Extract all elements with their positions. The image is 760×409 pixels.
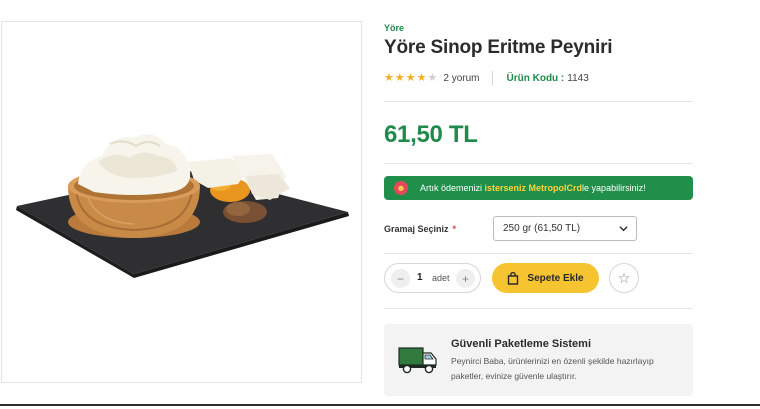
payment-promo-banner[interactable]: ☻ Artık ödemenizi isterseniz MetropolCrd… xyxy=(384,176,693,200)
quantity-increase-button[interactable]: + xyxy=(456,269,475,288)
quantity-decrease-button[interactable]: − xyxy=(391,269,410,288)
promo-prefix: Artık ödemenizi xyxy=(420,183,485,193)
add-to-cart-label: Sepete Ekle xyxy=(527,272,584,284)
truck-icon xyxy=(398,344,438,379)
product-code-value: 1143 xyxy=(567,72,589,84)
promo-highlight: isterseniz MetropolCrd xyxy=(484,183,583,193)
shopping-bag-icon xyxy=(507,271,519,285)
star-empty-icon: ★ xyxy=(427,71,438,84)
add-to-cart-button[interactable]: Sepete Ekle xyxy=(492,263,599,293)
rating-stars[interactable]: ★ ★ ★ ★ ★ xyxy=(384,71,438,84)
gramaj-selected-value: 250 gr (61,50 TL) xyxy=(503,223,581,234)
gramaj-label-text: Gramaj Seçiniz xyxy=(384,224,449,234)
product-image[interactable] xyxy=(1,21,362,383)
cheese-product-photo xyxy=(16,134,349,278)
gramaj-label: Gramaj Seçiniz * xyxy=(384,224,456,234)
product-price: 61,50 TL xyxy=(384,121,478,148)
meta-divider xyxy=(491,71,493,85)
quantity-input[interactable]: 1 xyxy=(417,272,423,283)
divider xyxy=(384,308,693,309)
packaging-title: Güvenli Paketleme Sistemi xyxy=(451,338,592,350)
packaging-info-box: Güvenli Paketleme Sistemi Peynirci Baba,… xyxy=(384,324,693,396)
divider xyxy=(384,163,693,164)
quantity-stepper: − 1 adet + xyxy=(384,263,481,293)
divider xyxy=(384,101,693,102)
product-title: Yöre Sinop Eritme Peyniri xyxy=(384,37,613,58)
gramaj-select[interactable]: 250 gr (61,50 TL) xyxy=(493,216,637,241)
brand-link[interactable]: Yöre xyxy=(384,23,404,33)
promo-suffix: le yapabilirsiniz! xyxy=(582,183,646,193)
star-outline-icon: ☆ xyxy=(617,269,631,286)
product-meta: ★ ★ ★ ★ ★ 2 yorum Ürün Kodu : 1143 xyxy=(384,71,589,85)
product-code-label: Ürün Kodu : xyxy=(506,72,565,84)
smile-icon: ☻ xyxy=(394,181,408,195)
quantity-unit: adet xyxy=(432,273,450,283)
required-mark: * xyxy=(452,224,457,234)
page-bottom-border xyxy=(0,404,760,406)
star-filled-icon: ★ xyxy=(384,71,394,84)
favorite-button[interactable]: ☆ xyxy=(609,263,639,293)
star-filled-icon: ★ xyxy=(405,71,416,84)
packaging-text: Peynirci Baba, ürünlerinizi en özenli şe… xyxy=(451,356,654,381)
star-filled-icon: ★ xyxy=(394,71,405,84)
divider xyxy=(384,253,693,254)
star-filled-icon: ★ xyxy=(416,71,427,84)
review-count-link[interactable]: 2 yorum xyxy=(443,73,479,84)
chevron-down-icon xyxy=(619,224,628,235)
